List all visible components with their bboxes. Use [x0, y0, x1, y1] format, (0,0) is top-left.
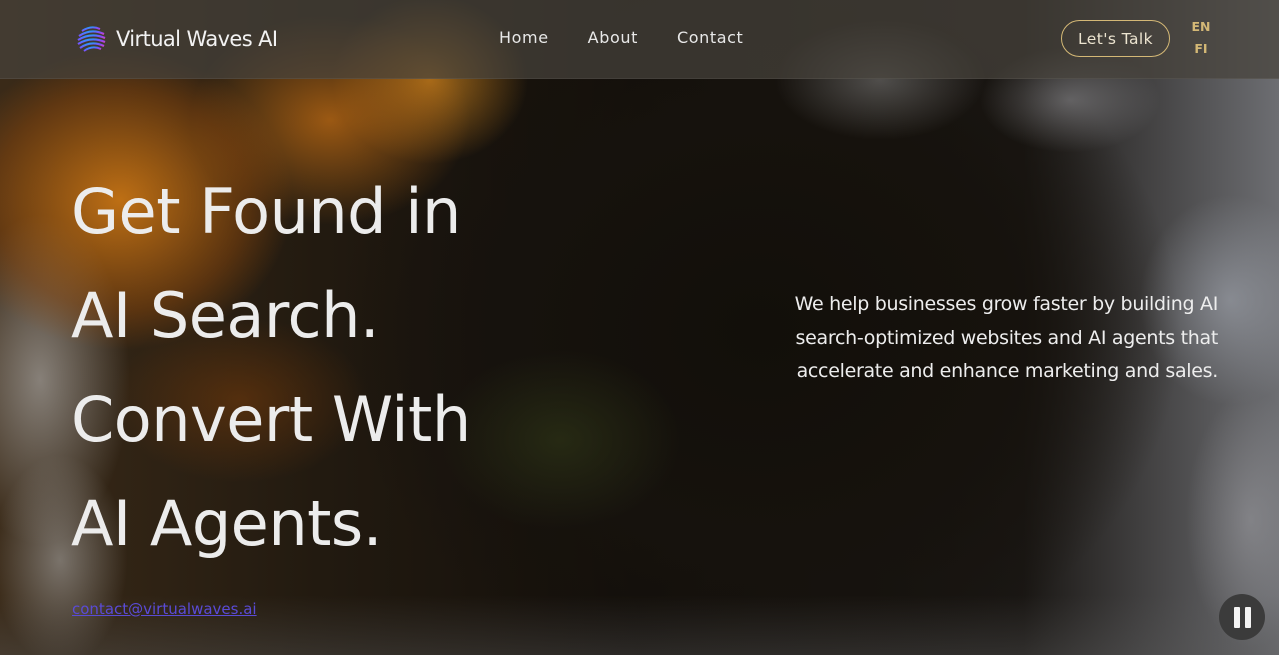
language-switcher: EN FI [1191, 19, 1211, 57]
hero-headline-line: AI Search. [71, 279, 380, 352]
brand-logo-link[interactable]: Virtual Waves AI [76, 24, 278, 54]
pause-icon-bar [1244, 606, 1251, 628]
video-pause-button[interactable] [1219, 594, 1265, 640]
wave-sphere-icon [77, 26, 106, 52]
landing-page: Virtual Waves AI Home About Contact Let'… [0, 0, 1279, 655]
site-header: Virtual Waves AI Home About Contact Let'… [0, 0, 1279, 79]
hero-headline-line: Get Found in [71, 175, 461, 248]
lets-talk-button[interactable]: Let's Talk [1061, 20, 1170, 57]
nav-about[interactable]: About [588, 28, 638, 47]
pause-icon [1233, 606, 1240, 628]
nav-home[interactable]: Home [499, 28, 549, 47]
hero-description: We help businesses grow faster by buildi… [794, 293, 1219, 382]
hero-headline-line: Convert With [71, 383, 471, 456]
main-nav: Home About Contact [499, 28, 743, 47]
brand-name: Virtual Waves AI [116, 27, 278, 51]
nav-contact[interactable]: Contact [677, 28, 743, 47]
hero-headline: Get Found in AI Search. Convert With AI … [71, 160, 471, 576]
hero-headline-line: AI Agents. [71, 487, 382, 560]
contact-email-link[interactable]: contact@virtualwaves.ai [72, 600, 257, 618]
language-en[interactable]: EN [1191, 19, 1210, 35]
language-fi[interactable]: FI [1194, 41, 1207, 57]
